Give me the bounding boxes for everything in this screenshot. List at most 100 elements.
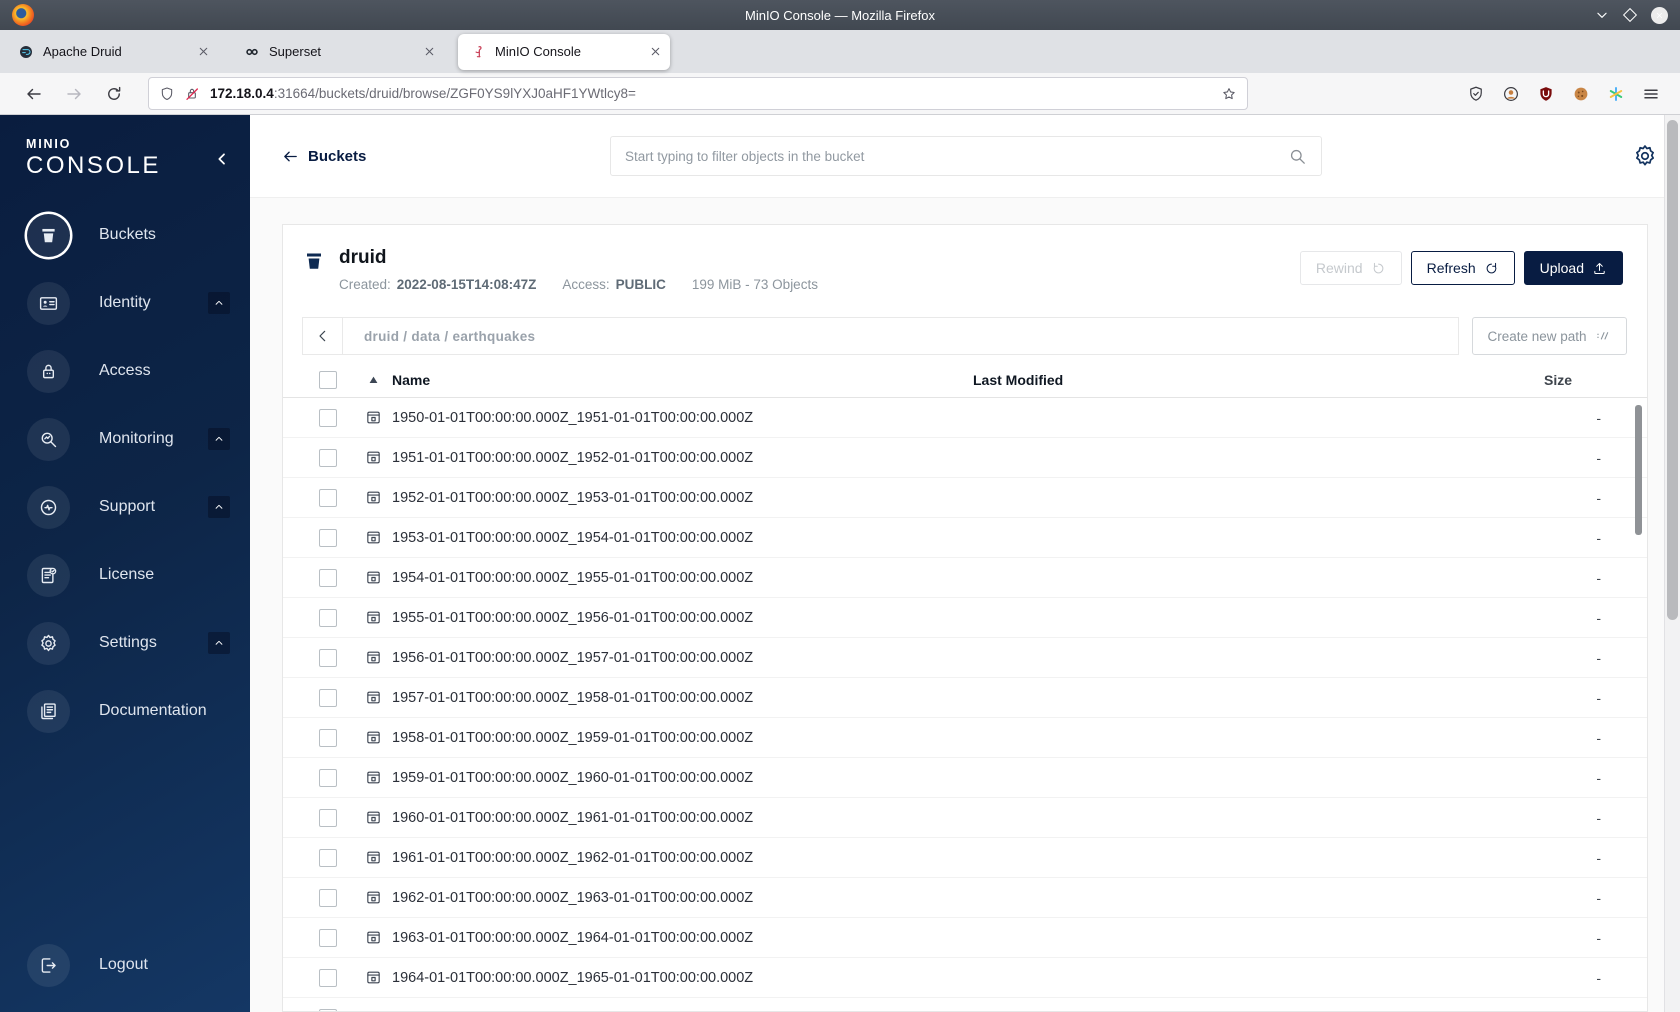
object-row[interactable]: 1954-01-01T00:00:00.000Z_1955-01-01T00:0… xyxy=(283,558,1647,598)
table-scrollbar-thumb[interactable] xyxy=(1635,405,1642,535)
object-name[interactable]: 1960-01-01T00:00:00.000Z_1961-01-01T00:0… xyxy=(392,810,973,826)
bucket-name: druid xyxy=(339,247,387,268)
object-name[interactable]: 1951-01-01T00:00:00.000Z_1952-01-01T00:0… xyxy=(392,450,973,466)
object-name[interactable]: 1959-01-01T00:00:00.000Z_1960-01-01T00:0… xyxy=(392,770,973,786)
object-row[interactable]: 1952-01-01T00:00:00.000Z_1953-01-01T00:0… xyxy=(283,478,1647,518)
upload-button[interactable]: Upload xyxy=(1523,251,1623,285)
object-name[interactable]: 1961-01-01T00:00:00.000Z_1962-01-01T00:0… xyxy=(392,850,973,866)
object-row[interactable]: 1963-01-01T00:00:00.000Z_1964-01-01T00:0… xyxy=(283,918,1647,958)
bookmark-star-icon[interactable] xyxy=(1221,86,1237,102)
sidebar-item[interactable]: Documentation xyxy=(0,677,250,745)
sidebar-item[interactable]: Identity xyxy=(0,269,250,337)
object-row[interactable]: 1957-01-01T00:00:00.000Z_1958-01-01T00:0… xyxy=(283,678,1647,718)
rewind-button[interactable]: Rewind xyxy=(1299,251,1402,285)
sidebar-item[interactable]: Buckets xyxy=(0,201,250,269)
object-name[interactable]: 1950-01-01T00:00:00.000Z_1951-01-01T00:0… xyxy=(392,410,973,426)
sidebar-item[interactable]: Monitoring xyxy=(0,405,250,473)
object-name[interactable]: 1958-01-01T00:00:00.000Z_1959-01-01T00:0… xyxy=(392,730,973,746)
column-header-size[interactable]: Size xyxy=(1493,372,1623,388)
sidebar-collapse-icon[interactable] xyxy=(214,151,230,167)
row-checkbox[interactable] xyxy=(319,888,337,907)
tab-close-icon[interactable] xyxy=(197,45,210,58)
permissions-badge-icon[interactable] xyxy=(1467,85,1485,103)
row-checkbox[interactable] xyxy=(319,408,337,427)
object-name[interactable]: 1957-01-01T00:00:00.000Z_1958-01-01T00:0… xyxy=(392,690,973,706)
tracking-shield-icon[interactable] xyxy=(159,86,175,102)
object-name[interactable]: 1962-01-01T00:00:00.000Z_1963-01-01T00:0… xyxy=(392,890,973,906)
row-checkbox[interactable] xyxy=(319,768,337,787)
object-name[interactable]: 1954-01-01T00:00:00.000Z_1955-01-01T00:0… xyxy=(392,570,973,586)
ublock-extension-icon[interactable] xyxy=(1537,85,1555,103)
sidebar-item[interactable]: Support xyxy=(0,473,250,541)
object-row[interactable]: 1965-01-01T00:00:00.000Z_1966-01-01T00:0… xyxy=(283,998,1647,1011)
sidebar-item[interactable]: Settings xyxy=(0,609,250,677)
tab-close-icon[interactable] xyxy=(649,45,662,58)
object-row[interactable]: 1961-01-01T00:00:00.000Z_1962-01-01T00:0… xyxy=(283,838,1647,878)
row-checkbox[interactable] xyxy=(319,688,337,707)
browser-tab[interactable]: Apache Druid xyxy=(6,34,218,70)
browser-tab[interactable]: Superset xyxy=(232,34,444,70)
insecure-lock-icon[interactable] xyxy=(184,86,200,102)
sidebar-item[interactable]: Access xyxy=(0,337,250,405)
settings-gear-icon[interactable] xyxy=(1632,143,1658,169)
row-checkbox[interactable] xyxy=(319,848,337,867)
cookie-extension-icon[interactable] xyxy=(1572,85,1590,103)
object-name[interactable]: 1963-01-01T00:00:00.000Z_1964-01-01T00:0… xyxy=(392,930,973,946)
object-filter-search[interactable] xyxy=(610,136,1322,176)
path-back-button[interactable] xyxy=(303,318,343,354)
create-new-path-button[interactable]: Create new path xyxy=(1472,317,1627,355)
column-header-last-modified[interactable]: Last Modified xyxy=(973,372,1493,388)
close-window-button[interactable] xyxy=(1651,6,1668,24)
object-row[interactable]: 1956-01-01T00:00:00.000Z_1957-01-01T00:0… xyxy=(283,638,1647,678)
object-row[interactable]: 1964-01-01T00:00:00.000Z_1965-01-01T00:0… xyxy=(283,958,1647,998)
row-checkbox[interactable] xyxy=(319,648,337,667)
search-input[interactable] xyxy=(625,148,1288,164)
maximize-button[interactable] xyxy=(1622,7,1638,23)
sidebar-item[interactable]: License xyxy=(0,541,250,609)
browser-tab[interactable]: MinIO Console xyxy=(458,33,670,70)
profile-icon[interactable] xyxy=(1502,85,1520,103)
url-bar[interactable]: 172.18.0.4:31664/buckets/druid/browse/ZG… xyxy=(148,77,1248,110)
row-checkbox[interactable] xyxy=(319,1008,337,1011)
prefix-folder-icon xyxy=(365,569,382,586)
back-to-buckets-link[interactable]: Buckets xyxy=(282,148,366,165)
row-checkbox[interactable] xyxy=(319,528,337,547)
object-row[interactable]: 1953-01-01T00:00:00.000Z_1954-01-01T00:0… xyxy=(283,518,1647,558)
tab-close-icon[interactable] xyxy=(423,45,436,58)
object-name[interactable]: 1952-01-01T00:00:00.000Z_1953-01-01T00:0… xyxy=(392,490,973,506)
objects-table: Name Last Modified Size 1950-01-01T00:00… xyxy=(283,363,1647,1011)
prefix-folder-icon xyxy=(365,769,382,786)
page-scrollbar-thumb[interactable] xyxy=(1667,120,1678,620)
column-header-name[interactable]: Name xyxy=(392,372,973,388)
row-checkbox[interactable] xyxy=(319,608,337,627)
object-row[interactable]: 1960-01-01T00:00:00.000Z_1961-01-01T00:0… xyxy=(283,798,1647,838)
sidebar-item-logout[interactable]: Logout xyxy=(0,931,250,999)
hamburger-menu-icon[interactable] xyxy=(1642,85,1660,103)
row-checkbox[interactable] xyxy=(319,568,337,587)
refresh-button[interactable]: Refresh xyxy=(1410,251,1515,285)
back-button[interactable] xyxy=(25,85,43,103)
object-row[interactable]: 1955-01-01T00:00:00.000Z_1956-01-01T00:0… xyxy=(283,598,1647,638)
row-checkbox[interactable] xyxy=(319,488,337,507)
select-all-checkbox[interactable] xyxy=(319,371,337,389)
object-name[interactable]: 1964-01-01T00:00:00.000Z_1965-01-01T00:0… xyxy=(392,970,973,986)
reload-button[interactable] xyxy=(105,85,123,103)
row-checkbox[interactable] xyxy=(319,968,337,987)
object-name[interactable]: 1956-01-01T00:00:00.000Z_1957-01-01T00:0… xyxy=(392,650,973,666)
object-name[interactable]: 1953-01-01T00:00:00.000Z_1954-01-01T00:0… xyxy=(392,530,973,546)
row-checkbox[interactable] xyxy=(319,928,337,947)
object-row[interactable]: 1950-01-01T00:00:00.000Z_1951-01-01T00:0… xyxy=(283,398,1647,438)
row-checkbox[interactable] xyxy=(319,448,337,467)
object-row[interactable]: 1958-01-01T00:00:00.000Z_1959-01-01T00:0… xyxy=(283,718,1647,758)
sidebar-item-label: Support xyxy=(99,498,156,515)
object-row[interactable]: 1951-01-01T00:00:00.000Z_1952-01-01T00:0… xyxy=(283,438,1647,478)
minimize-button[interactable] xyxy=(1595,8,1609,22)
row-checkbox[interactable] xyxy=(319,728,337,747)
object-row[interactable]: 1959-01-01T00:00:00.000Z_1960-01-01T00:0… xyxy=(283,758,1647,798)
page-scrollbar[interactable] xyxy=(1664,115,1680,1012)
colorful-asterisk-extension-icon[interactable] xyxy=(1607,85,1625,103)
object-name[interactable]: 1955-01-01T00:00:00.000Z_1956-01-01T00:0… xyxy=(392,610,973,626)
object-row[interactable]: 1962-01-01T00:00:00.000Z_1963-01-01T00:0… xyxy=(283,878,1647,918)
forward-button[interactable] xyxy=(65,85,83,103)
row-checkbox[interactable] xyxy=(319,808,337,827)
